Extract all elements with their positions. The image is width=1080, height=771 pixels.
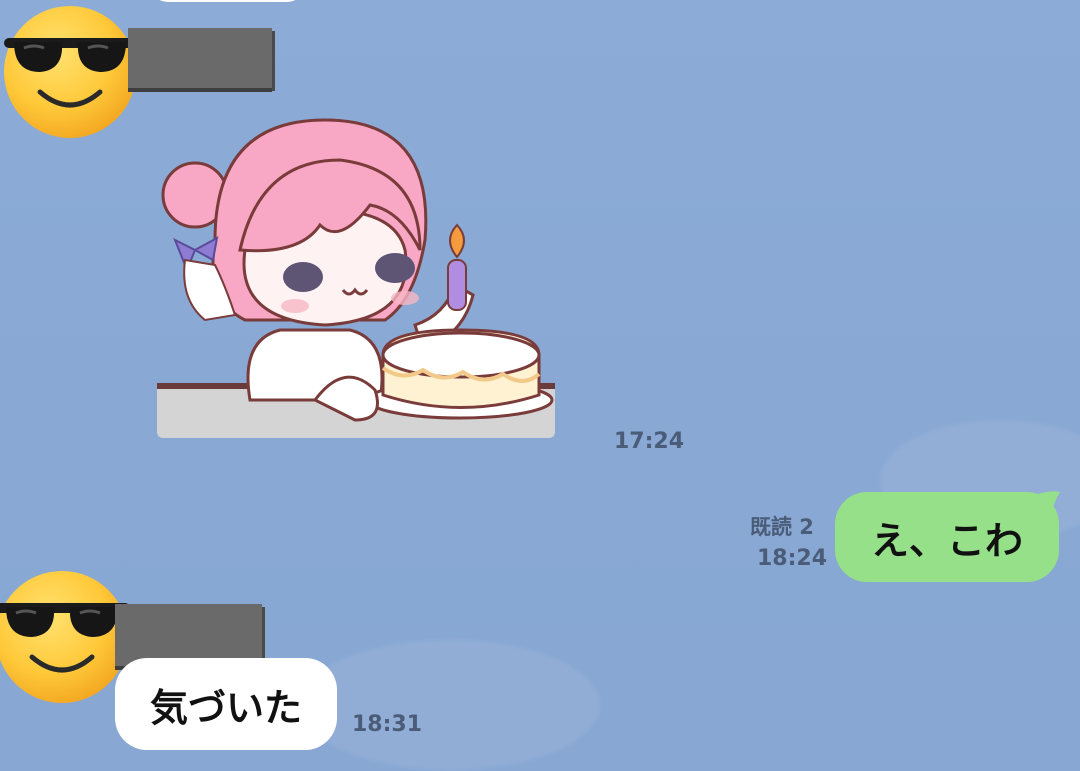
sender-avatar[interactable] [0, 0, 140, 140]
smiling-face-with-sunglasses-icon [4, 6, 138, 138]
read-receipt: 既読 2 [750, 515, 814, 539]
message-time: 17:24 [614, 429, 685, 454]
smiling-face-with-sunglasses-icon [0, 571, 130, 703]
outgoing-message-bubble[interactable]: え、こわ [835, 492, 1059, 582]
sender-name-redaction [128, 28, 272, 92]
birthday-cake-sticker-icon [157, 118, 555, 438]
background-cloud [300, 640, 600, 770]
previous-message-bubble[interactable] [150, 0, 305, 2]
sticker-message[interactable] [155, 100, 560, 440]
message-time: 18:24 [757, 546, 828, 571]
incoming-message-bubble[interactable]: 気づいた [115, 658, 337, 750]
sender-avatar[interactable] [0, 565, 132, 705]
message-time: 18:31 [352, 712, 423, 737]
message-text: 気づいた [149, 685, 302, 730]
message-text: え、こわ [870, 518, 1023, 563]
sender-name-redaction [115, 604, 262, 670]
